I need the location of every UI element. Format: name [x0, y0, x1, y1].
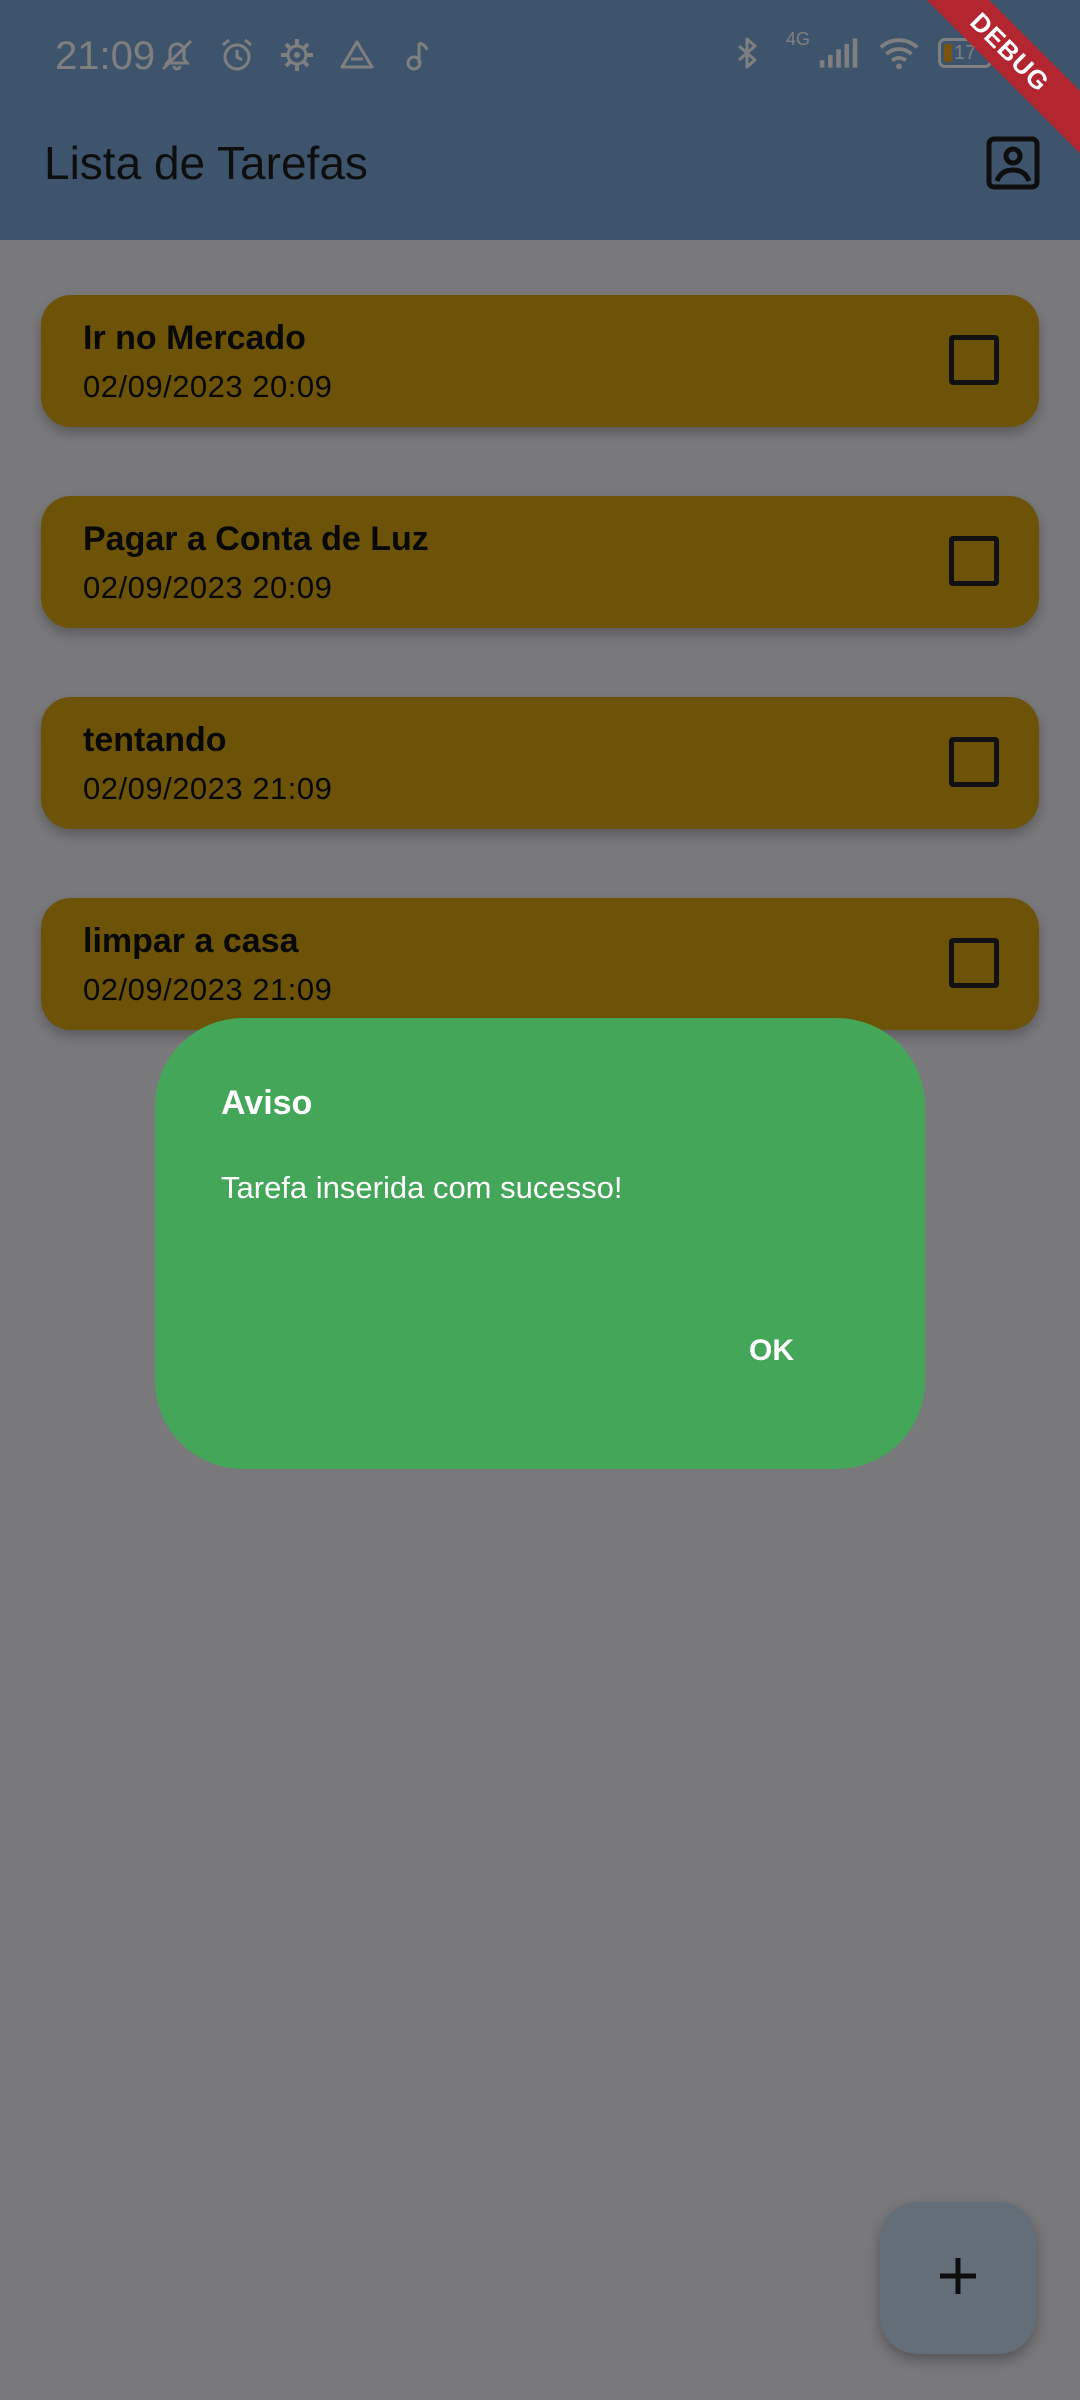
- ok-button[interactable]: OK: [729, 1318, 814, 1384]
- app-screen: 21:09: [0, 0, 1080, 2400]
- dialog-title: Aviso: [221, 1084, 313, 1122]
- alert-dialog: Aviso Tarefa inserida com sucesso! OK: [155, 1018, 925, 1469]
- dialog-message: Tarefa inserida com sucesso!: [221, 1170, 623, 1205]
